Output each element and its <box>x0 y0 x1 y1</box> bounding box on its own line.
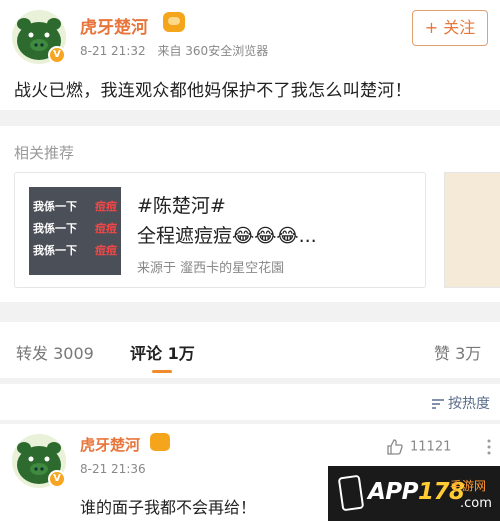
related-title: 相关推荐 <box>14 144 75 162</box>
comment-like-count: 11121 <box>410 439 452 455</box>
comment-username[interactable]: 虎牙楚河 <box>80 434 140 455</box>
verified-badge-icon: V <box>48 470 66 488</box>
tab-comments[interactable]: 评论 1万 <box>130 340 195 364</box>
tab-repost[interactable]: 转发 3009 <box>16 340 94 364</box>
active-tab-indicator <box>152 370 172 373</box>
related-section: 相关推荐 我係一下 痘痘 我係一下 痘痘 我係一下 痘痘 #陈楚河# 全程遮痘痘😂😂😂… <box>0 126 500 302</box>
post-date: 8-21 21:32 <box>80 44 146 58</box>
post-meta: 8-21 21:32 来自 360安全浏览器 <box>80 42 268 59</box>
tab-likes[interactable]: 赞 3万 <box>434 340 481 364</box>
thumbs-up-icon <box>387 439 403 455</box>
comment-date: 8-21 21:36 <box>80 462 146 476</box>
thumb-caption: 我係一下 痘痘 <box>33 222 117 235</box>
sort-label: 按热度 <box>448 396 490 412</box>
sort-bar: 按热度 <box>0 384 500 420</box>
comment-like-button[interactable]: 11121 <box>386 438 451 456</box>
weibo-post: V 虎牙楚河 8-21 21:32 来自 360安全浏览器 + 关注 战火已燃，… <box>0 0 500 110</box>
sort-button[interactable]: 按热度 <box>431 393 490 413</box>
phone-logo-icon <box>337 474 365 512</box>
related-thumbnail: 我係一下 痘痘 我係一下 痘痘 我係一下 痘痘 <box>29 187 121 275</box>
thumb-caption: 我係一下 痘痘 <box>33 200 117 213</box>
comment-text: 谁的面子我都不会再给！ <box>80 498 257 517</box>
related-card-tag[interactable]: #陈楚河# <box>137 191 226 218</box>
post-tabs: 转发 3009 评论 1万 赞 3万 <box>0 322 500 378</box>
related-card-next[interactable] <box>444 172 500 288</box>
related-card-text: 全程遮痘痘😂😂😂... <box>137 225 317 247</box>
post-content: 战火已燃，我连观众都他妈保护不了我怎么叫楚河！ <box>14 81 412 101</box>
related-card-source: 来源于 瀣西卡的星空花園 <box>137 261 285 276</box>
watermark-domain: .com <box>460 496 492 511</box>
app178-watermark: APP178 手游网 .com <box>328 466 500 521</box>
vip-crown-icon <box>150 433 170 451</box>
watermark-sub: 手游网 <box>450 479 487 493</box>
more-icon[interactable] <box>482 438 496 456</box>
vip-crown-icon <box>163 12 185 32</box>
post-username[interactable]: 虎牙楚河 <box>80 13 148 38</box>
follow-button[interactable]: + 关注 <box>412 10 488 46</box>
verified-badge-icon: V <box>48 46 66 64</box>
sort-icon <box>432 399 444 409</box>
thumb-caption: 我係一下 痘痘 <box>33 244 117 257</box>
related-card[interactable]: 我係一下 痘痘 我係一下 痘痘 我係一下 痘痘 #陈楚河# 全程遮痘痘😂😂😂... 来… <box>14 172 426 288</box>
post-source: 来自 360安全浏览器 <box>157 44 269 58</box>
